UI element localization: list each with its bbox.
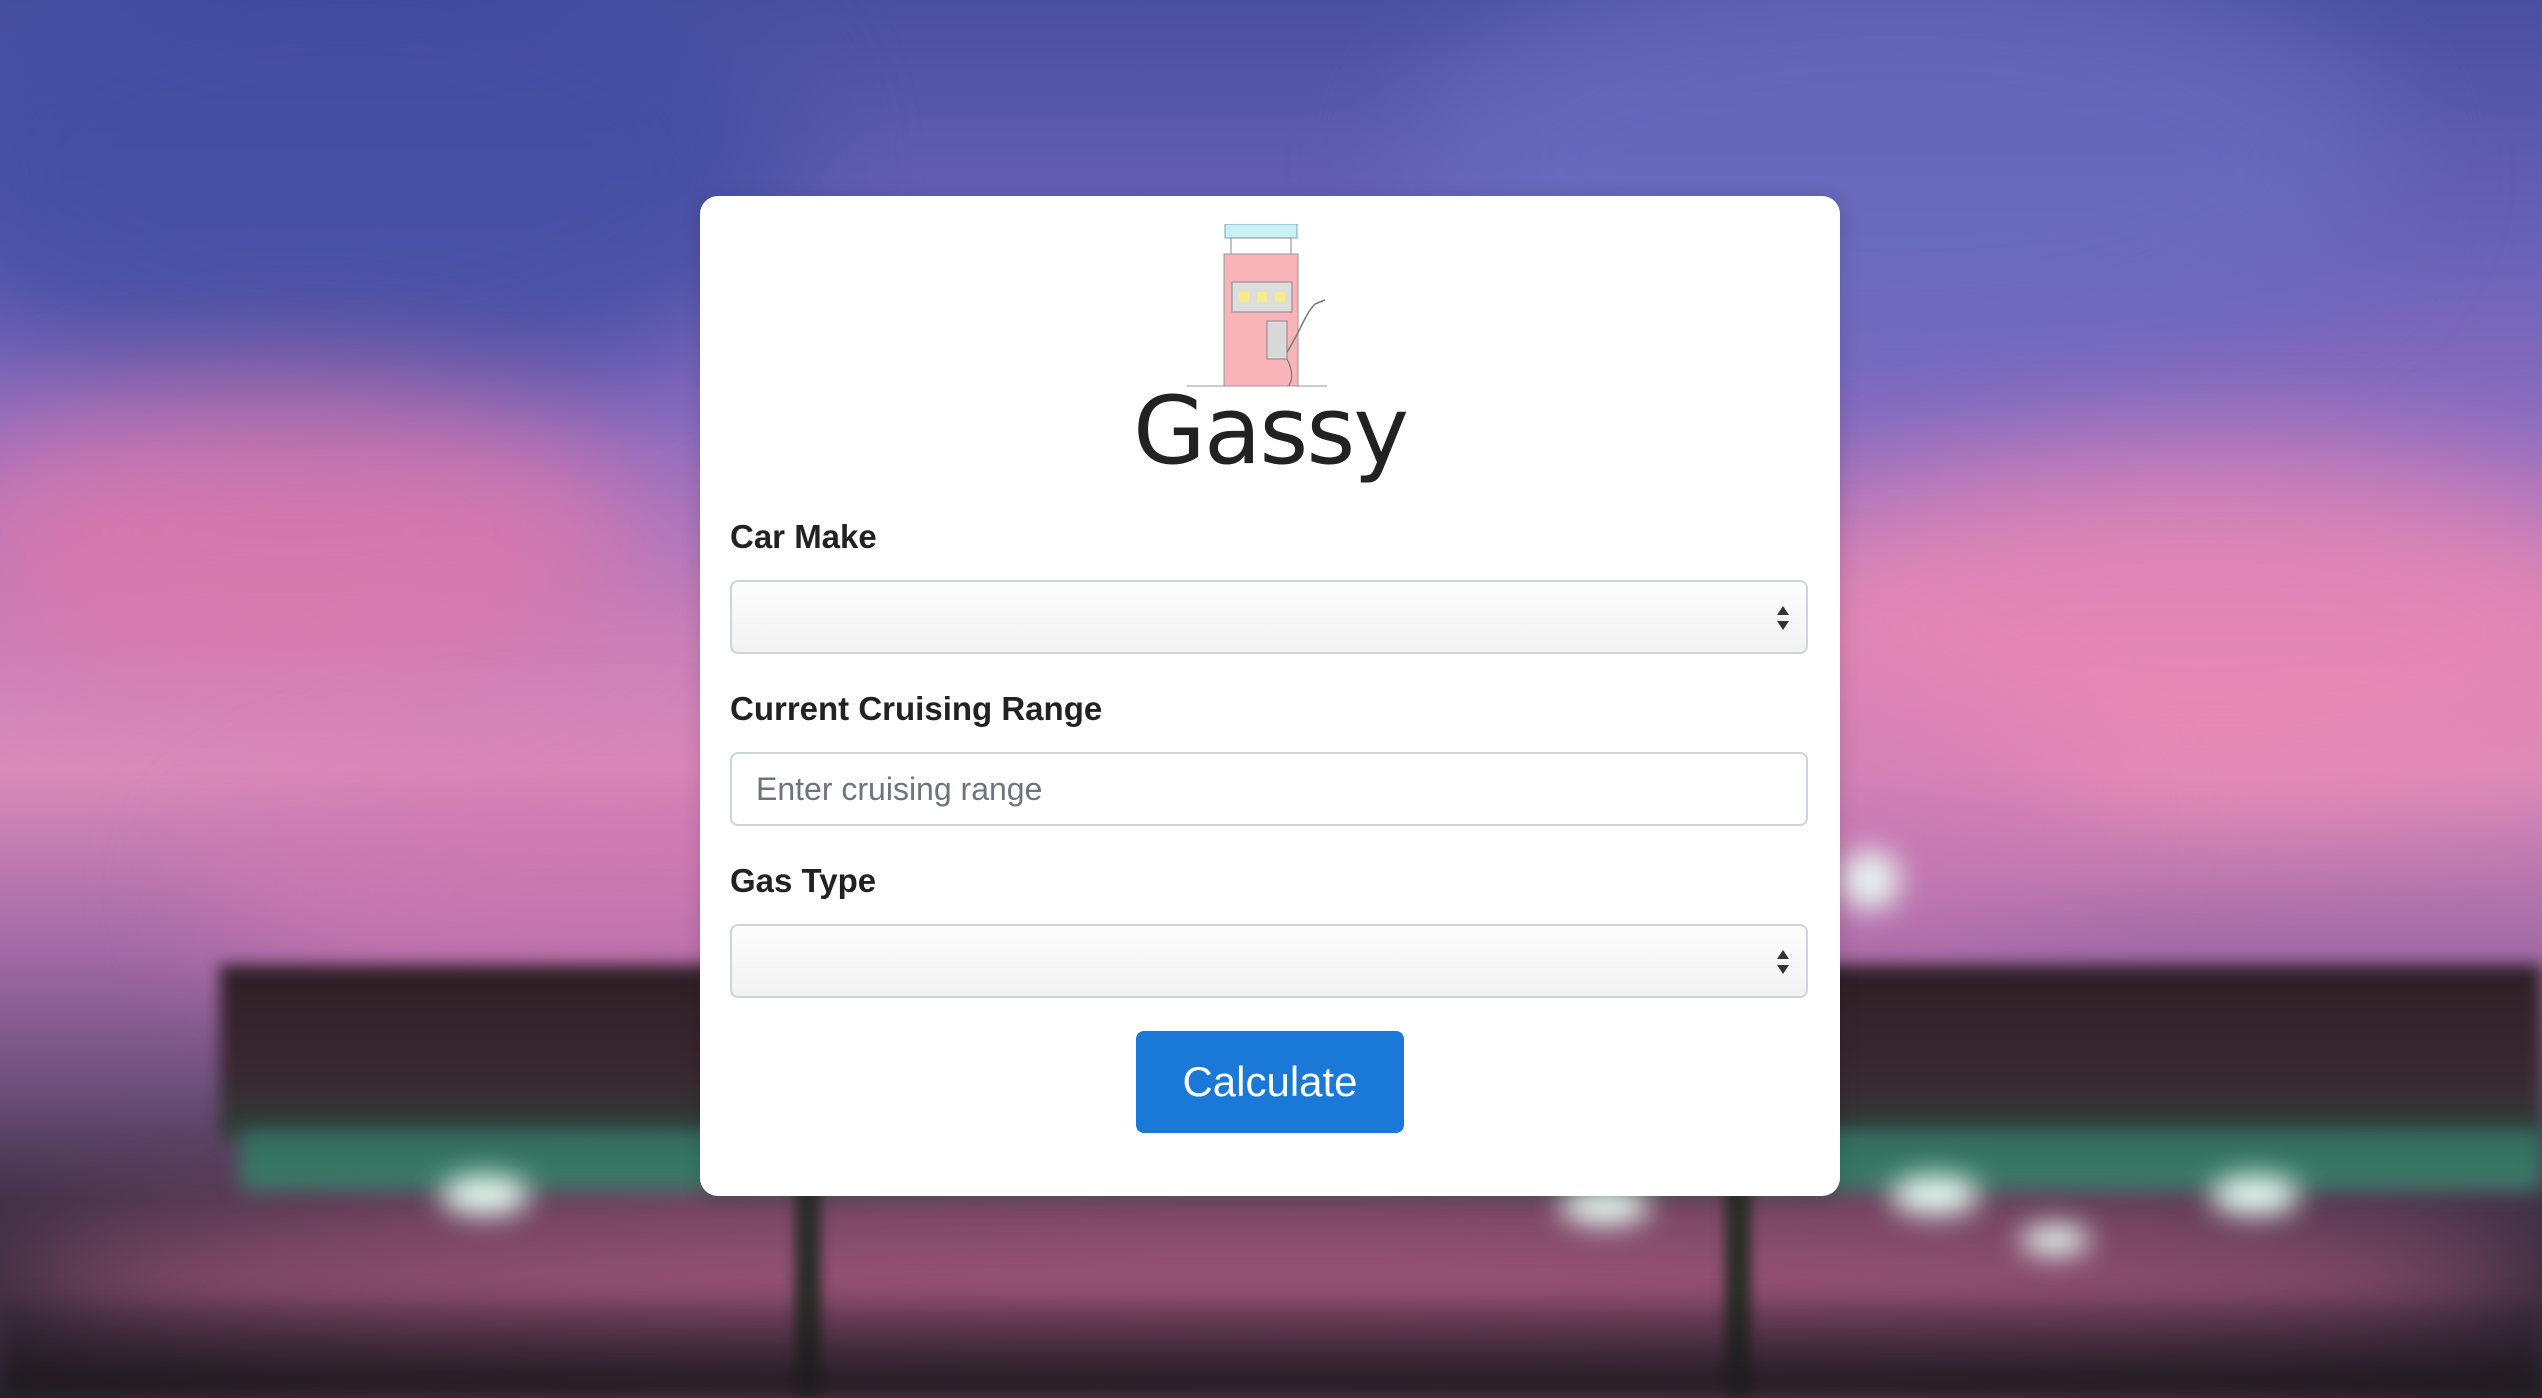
sort-arrows-icon	[1777, 950, 1789, 974]
street-light	[1840, 850, 1900, 910]
canopy-light	[1890, 1175, 1980, 1215]
canopy-light	[2020, 1225, 2090, 1255]
cruising-range-input[interactable]	[730, 752, 1808, 826]
canopy-light	[440, 1175, 530, 1215]
canopy-light	[2210, 1175, 2300, 1215]
gas-type-label: Gas Type	[730, 862, 877, 899]
logo	[700, 224, 1840, 394]
sort-arrows-icon	[1777, 606, 1789, 630]
gas-pump-icon	[1187, 224, 1327, 387]
sky-blob	[0, 0, 800, 420]
car-make-select[interactable]	[730, 580, 1808, 654]
car-make-label: Car Make	[730, 518, 877, 555]
gas-type-select[interactable]	[730, 924, 1808, 998]
sky-blob	[0, 380, 640, 680]
treeline	[0, 1300, 2542, 1398]
app-title: Gassy	[1132, 377, 1409, 486]
calculate-button[interactable]: Calculate	[1136, 1031, 1404, 1133]
calculator-card: Gassy Car Make Current Cruising Range Ga…	[700, 196, 1840, 1196]
cruising-range-label: Current Cruising Range	[730, 690, 1103, 727]
